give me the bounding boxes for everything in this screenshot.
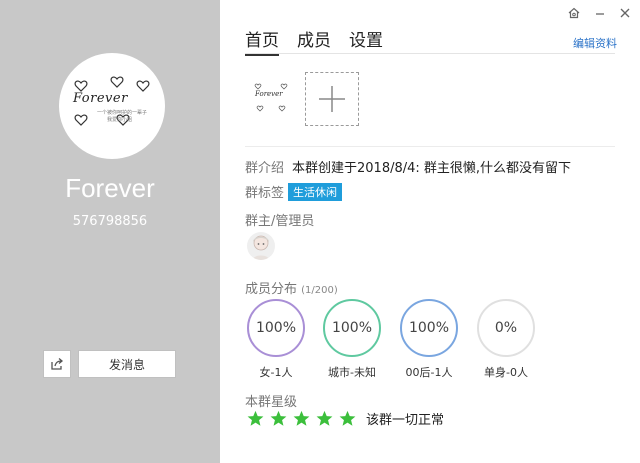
single-stat-label: 单身-0人 (484, 366, 528, 379)
tab-members[interactable]: 成员 (297, 26, 331, 56)
star-icon (247, 410, 264, 426)
admin-avatar[interactable] (247, 232, 275, 260)
intro-text: 本群创建于2018/8/4: 群主很懒,什么都没有留下 (292, 161, 572, 176)
distribution-label: 成员分布 (245, 282, 298, 297)
city-stat-circle: 100% (323, 299, 381, 357)
star-icon (270, 410, 287, 426)
group-name: Forever (65, 173, 155, 203)
group-main: 首页 成员 设置 编辑资料 Forever 群介绍 本群创建于2018/8/4:… (220, 0, 640, 463)
skin-icon (568, 7, 580, 19)
tab-divider (245, 53, 615, 54)
avatar-caption-1: 一个被你呵护的一辈子 (97, 110, 148, 116)
album-thumbnail[interactable]: Forever (250, 77, 294, 121)
intro-label: 群介绍 (245, 161, 285, 176)
add-photo-button[interactable] (305, 72, 359, 126)
minimize-icon (596, 13, 604, 15)
share-icon (51, 358, 64, 370)
tags-row: 群标签 生活休闲 (245, 182, 343, 201)
plus-icon (319, 86, 345, 112)
tags-label: 群标签 (245, 186, 285, 201)
star-rating: 该群一切正常 (247, 409, 444, 428)
send-message-button[interactable]: 发消息 (78, 350, 176, 378)
gender-stat-label: 女-1人 (259, 366, 293, 379)
age-stat-circle: 100% (400, 299, 458, 357)
group-status-text: 该群一切正常 (366, 413, 445, 428)
tag-badge[interactable]: 生活休闲 (288, 183, 343, 201)
tab-settings[interactable]: 设置 (349, 26, 383, 56)
gender-stat-circle: 100% (247, 299, 305, 357)
share-button[interactable] (43, 350, 71, 378)
skin-button[interactable] (567, 6, 581, 20)
avatar-brand-text: Forever (73, 91, 128, 106)
admins-label: 群主/管理员 (245, 214, 315, 229)
close-button[interactable] (618, 6, 632, 20)
group-avatar[interactable]: Forever 一个被你呵护的一辈子 我爱你小姐 (59, 53, 165, 159)
distribution-header: 成员分布 (1/200) (245, 278, 338, 297)
minimize-button[interactable] (593, 6, 607, 20)
edit-profile-link[interactable]: 编辑资料 (573, 35, 617, 51)
member-count: (1/200) (301, 285, 338, 296)
single-stat-circle: 0% (477, 299, 535, 357)
close-icon (620, 8, 630, 18)
star-icon (293, 410, 310, 426)
tab-home[interactable]: 首页 (245, 26, 279, 56)
heart-icon (254, 83, 288, 112)
star-icon (316, 410, 333, 426)
intro-row: 群介绍 本群创建于2018/8/4: 群主很懒,什么都没有留下 (245, 157, 571, 176)
tab-bar: 首页 成员 设置 (245, 26, 401, 56)
star-icon (339, 410, 356, 426)
city-stat-label: 城市-未知 (328, 366, 376, 379)
level-label: 本群星级 (245, 395, 298, 410)
avatar-caption-2: 我爱你小姐 (107, 117, 133, 123)
stars-container (247, 410, 362, 427)
thumbnail-brand-text: Forever (255, 90, 283, 98)
heart-icon (74, 76, 150, 126)
group-id: 576798856 (72, 214, 148, 229)
group-sidebar: Forever 一个被你呵护的一辈子 我爱你小姐 Forever 5767988… (0, 0, 220, 463)
avatar (253, 235, 269, 260)
age-stat-label: 00后-1人 (405, 366, 453, 379)
section-divider (245, 146, 615, 147)
group-profile-window: Forever 一个被你呵护的一辈子 我爱你小姐 Forever 5767988… (0, 0, 640, 463)
